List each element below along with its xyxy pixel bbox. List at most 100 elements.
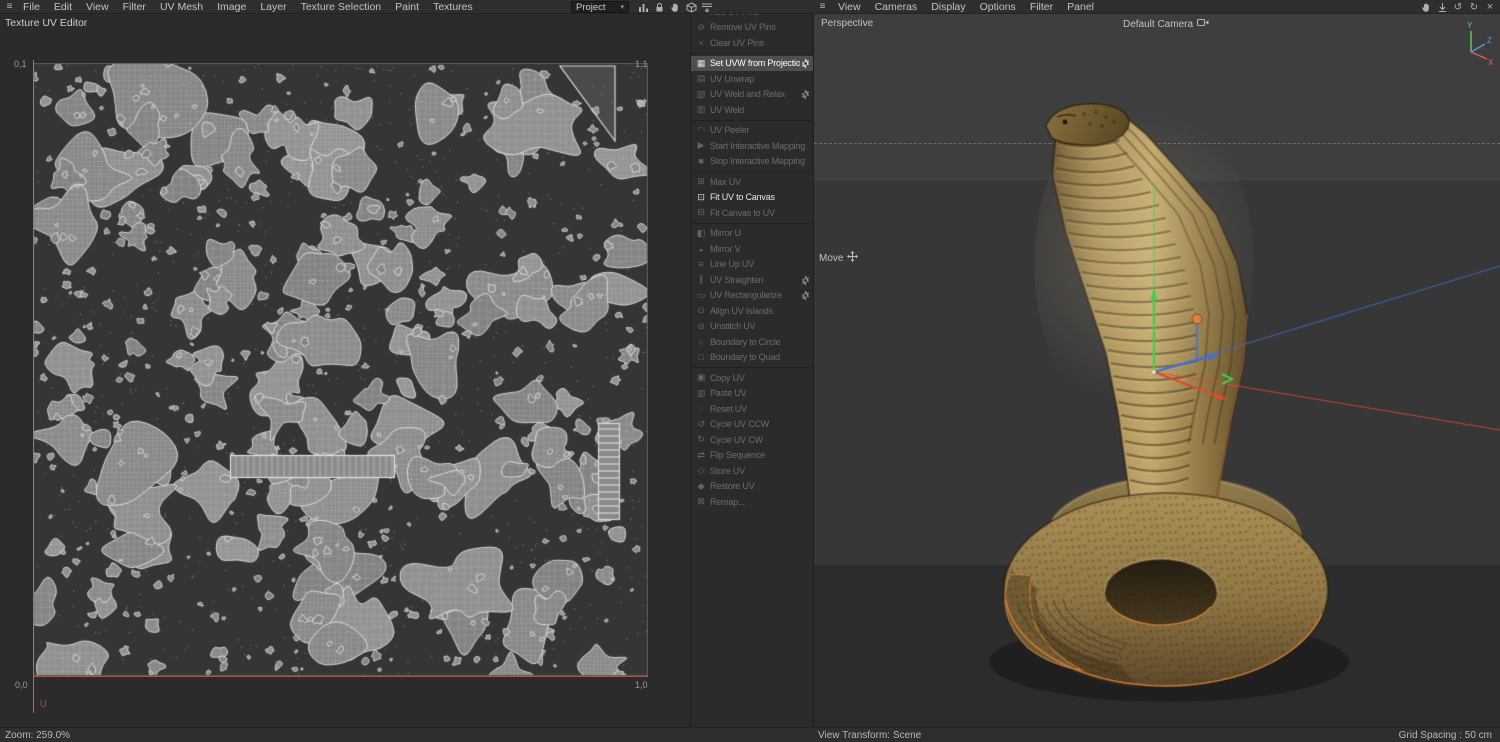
command-remove-uv-pins: ⊖ Remove UV Pins — [691, 20, 813, 36]
gear-icon[interactable] — [800, 89, 811, 100]
camera-label-text: Default Camera — [1123, 18, 1194, 30]
menu-item-filter[interactable]: Filter — [116, 0, 153, 14]
command-label: UV Peeler — [710, 125, 750, 136]
pan-hand-icon[interactable] — [668, 1, 682, 13]
fit-uv-to-canvas-icon: ⊡ — [697, 191, 705, 202]
viewport-menubar: View Cameras Display Options Filter Panel — [831, 0, 1101, 14]
command-label: UV Unwrap — [710, 73, 755, 84]
menu-item-view[interactable]: View — [79, 0, 116, 14]
uv-weld-icon: ▥ — [696, 104, 706, 115]
sync-icon[interactable]: ↻ — [1467, 1, 1481, 13]
fit-canvas-to-uv-icon: ⊟ — [697, 207, 705, 218]
command-mirror-u: ◧ Mirror U — [691, 226, 813, 242]
uv-u-axis-label: U — [40, 699, 47, 709]
command-label: Boundary to Circle — [710, 336, 781, 347]
command-group: ▦ Set UVW from Projection ▤ UV Unwrap ▧ UV We… — [691, 55, 813, 121]
uv-weld-relax-icon: ▧ — [696, 88, 706, 99]
command-restore-uv: ◆ Restore UV — [691, 479, 813, 495]
command-label: Remove UV Pins — [710, 22, 776, 33]
command-reset-uv: ◌ Reset UV — [691, 401, 813, 417]
orientation-axis-indicator: Y Z X — [1467, 21, 1494, 65]
command-label: UV Straighten — [710, 274, 764, 285]
menu-item-uv-mesh[interactable]: UV Mesh — [153, 0, 210, 14]
viewport-hamburger-icon[interactable]: ≡ — [816, 0, 829, 14]
uv-straighten-icon: ∥ — [698, 274, 704, 285]
uv-canvas[interactable] — [33, 63, 648, 676]
command-mirror-v: ◒ Mirror V — [691, 241, 813, 257]
menu-item-cameras[interactable]: Cameras — [868, 0, 925, 14]
download-icon[interactable] — [1435, 1, 1449, 13]
command-label: Mirror U — [710, 228, 741, 239]
uv-toolbar-icons — [636, 1, 714, 13]
menu-item-view[interactable]: View — [831, 0, 868, 14]
menu-item-filter[interactable]: Filter — [1023, 0, 1060, 14]
command-cycle-uv-ccw: ↺ Cycle UV CCW — [691, 417, 813, 433]
command-flip-sequence: ⇄ Flip Sequence — [691, 448, 813, 464]
uv-u-axis-line — [33, 676, 648, 677]
copy-uv-icon: ▣ — [696, 372, 706, 383]
uv-editor-menubar: File Edit View Filter UV Mesh Image Layer Textu… — [16, 0, 480, 14]
command-label: Fit Canvas to UV — [710, 207, 775, 218]
menu-item-image[interactable]: Image — [210, 0, 253, 14]
camera-icon — [1197, 18, 1209, 30]
menu-item-layer[interactable]: Layer — [253, 0, 293, 14]
menu-item-texture-selection[interactable]: Texture Selection — [294, 0, 389, 14]
cube-icon[interactable] — [684, 1, 698, 13]
menu-item-options[interactable]: Options — [973, 0, 1023, 14]
lock-icon[interactable] — [652, 1, 666, 13]
command-uv-rectangularize: ▭ UV Rectangularize — [691, 288, 813, 304]
menu-item-edit[interactable]: Edit — [47, 0, 79, 14]
menu-item-display[interactable]: Display — [924, 0, 972, 14]
panel-title: Texture UV Editor — [5, 17, 88, 29]
command-label: Max UV — [710, 176, 741, 187]
axis-label-y: Y — [1467, 21, 1473, 30]
command-label: Set UVW from Projection — [710, 58, 806, 69]
gear-icon[interactable] — [800, 290, 811, 301]
close-icon[interactable]: × — [1483, 1, 1497, 13]
history-icon[interactable]: ↺ — [1451, 1, 1465, 13]
command-label: Flip Sequence — [710, 450, 765, 461]
command-uv-weld-and-relax: ▧ UV Weld and Relax — [691, 87, 813, 103]
clear-pins-icon: × — [698, 37, 704, 48]
remove-pin-icon: ⊖ — [697, 21, 705, 32]
gear-icon[interactable] — [800, 58, 811, 69]
camera-label[interactable]: Default Camera — [1123, 18, 1209, 30]
command-fit-uv-to-canvas[interactable]: ⊡ Fit UV to Canvas — [691, 190, 813, 206]
uv-command-panel: ⊕Add UV Pins⊖Remove UV Pins×Clear UV Pin… — [690, 0, 814, 742]
command-set-uvw-from-projection[interactable]: ▦ Set UVW from Projection — [691, 55, 813, 71]
uv-peeler-icon: ◠ — [697, 124, 705, 135]
gear-icon[interactable] — [800, 274, 811, 286]
reset-uv-icon: ◌ — [698, 403, 704, 414]
layer-menu-icon[interactable] — [700, 1, 714, 13]
pan-hand-icon[interactable] — [1419, 1, 1433, 13]
menu-item-file[interactable]: File — [16, 0, 47, 14]
top-menu-bar: ≡ File Edit View Filter UV Mesh Image Layer Tex… — [0, 0, 1500, 14]
caret-down-icon: ▾ — [620, 4, 624, 11]
command-label: Fit UV to Canvas — [710, 192, 775, 203]
menu-item-paint[interactable]: Paint — [388, 0, 426, 14]
view-transform-status: View Transform: Scene — [818, 730, 922, 741]
menu-item-textures[interactable]: Textures — [426, 0, 480, 14]
command-unstitch-uv: ⊘ Unstitch UV — [691, 319, 813, 335]
command-start-interactive-mapping: ▶ Start Interactive Mapping — [691, 138, 813, 154]
command-label: Start Interactive Mapping — [710, 140, 806, 151]
menu-item-panel[interactable]: Panel — [1060, 0, 1101, 14]
command-line-up-uv: ≡ Line Up UV — [691, 257, 813, 273]
command-store-uv: ◇ Store UV — [691, 463, 813, 479]
uv-corner-label-bottom-right: 1,0 — [635, 680, 648, 690]
command-group: ⊞ Max UV ⊡ Fit UV to Canvas ⊟ Fit Canvas to U… — [691, 173, 813, 224]
active-tool-label: Move — [819, 251, 859, 265]
projection-label: Perspective — [821, 18, 874, 29]
command-paste-uv: ▥ Paste UV — [691, 386, 813, 402]
command-remap: ⊠ Remap... — [691, 494, 813, 510]
stop-interactive-mapping-icon: ■ — [698, 156, 704, 167]
restore-uv-icon: ◆ — [697, 480, 705, 491]
application-window: ≡ File Edit View Filter UV Mesh Image Layer Tex… — [0, 0, 1500, 742]
command-cycle-uv-cw: ↻ Cycle UV CW — [691, 432, 813, 448]
command-label: Restore UV — [710, 481, 755, 492]
project-selector[interactable]: Project ▾ — [571, 1, 629, 13]
hamburger-icon[interactable]: ≡ — [3, 0, 16, 14]
chart-icon[interactable] — [636, 1, 650, 13]
start-interactive-mapping-icon: ▶ — [697, 140, 705, 151]
viewport-canvas[interactable] — [814, 14, 1500, 727]
